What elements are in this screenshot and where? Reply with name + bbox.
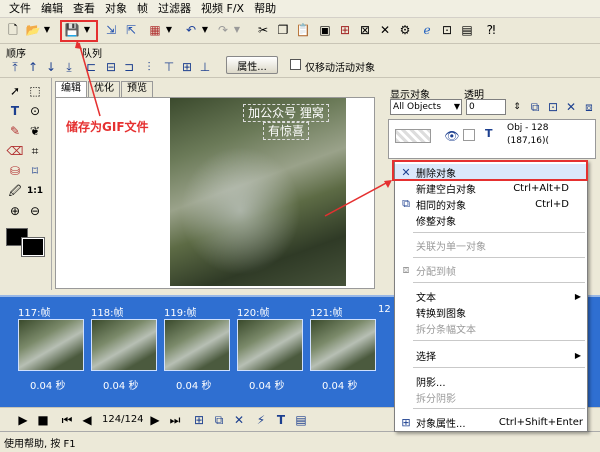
arrowhead-save [75,40,82,49]
arrow-to-delete [324,181,389,217]
annotation-arrows [75,40,392,217]
arrow-to-save [78,42,101,117]
